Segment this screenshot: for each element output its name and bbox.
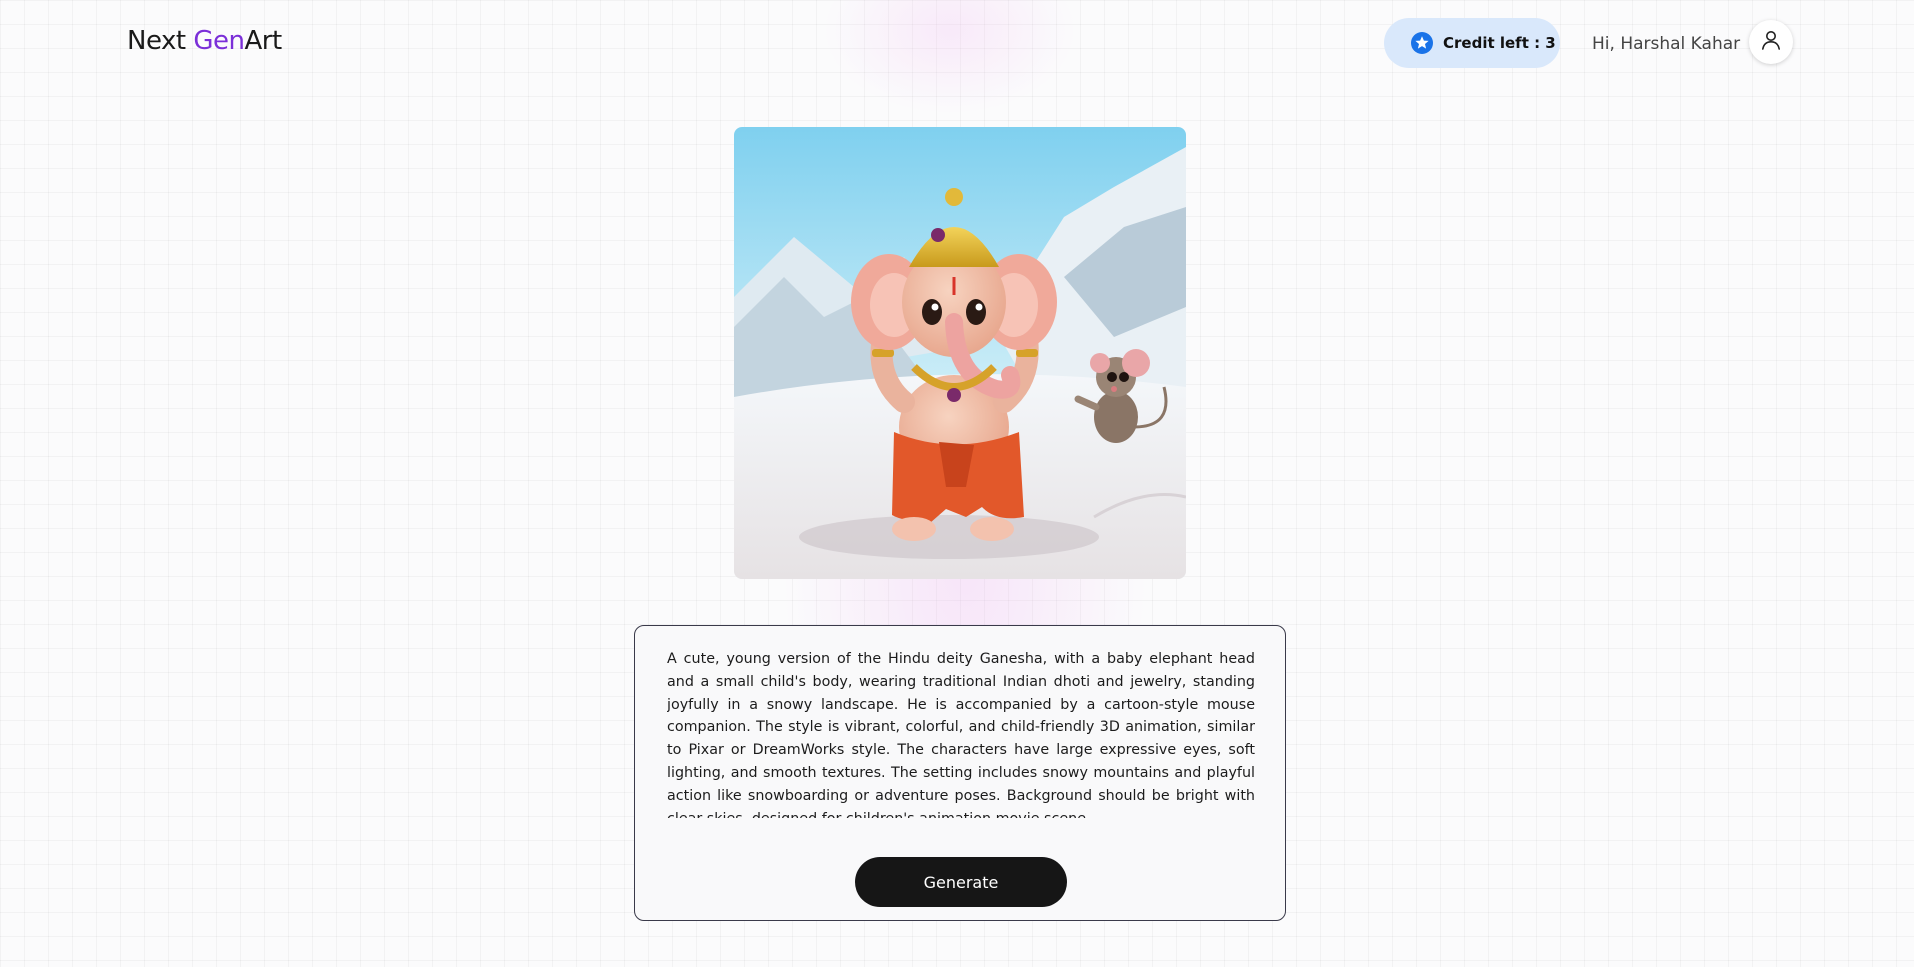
user-icon [1759, 28, 1783, 56]
credit-label: Credit left : 3 [1443, 34, 1556, 52]
logo-text-next: Next [127, 26, 194, 56]
prompt-card: A cute, young version of the Hindu deity… [634, 625, 1286, 921]
prompt-input[interactable]: A cute, young version of the Hindu deity… [667, 648, 1255, 818]
credit-badge[interactable]: Credit left : 3 [1384, 18, 1560, 68]
generated-image [734, 127, 1186, 579]
star-badge-icon [1410, 31, 1434, 55]
app-logo[interactable]: Next GenArt [127, 26, 282, 56]
logo-text-art: Art [244, 26, 282, 56]
user-avatar-button[interactable] [1749, 20, 1793, 64]
logo-text-gen: Gen [193, 26, 245, 56]
user-greeting: Hi, Harshal Kahar [1592, 34, 1741, 54]
generate-button[interactable]: Generate [855, 857, 1067, 907]
